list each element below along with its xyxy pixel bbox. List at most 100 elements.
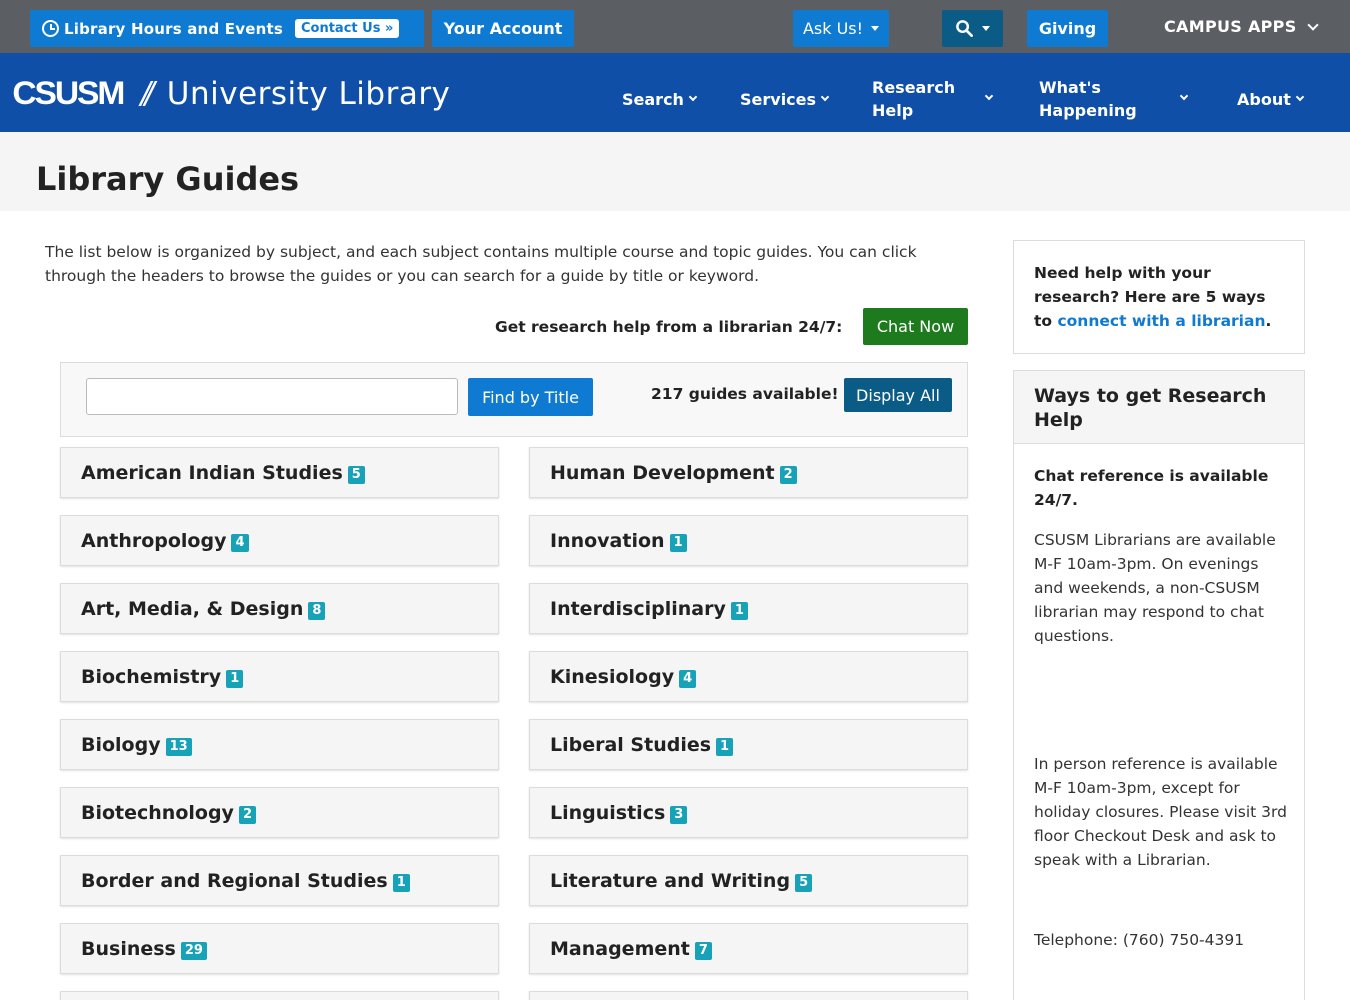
chevron-down-icon <box>984 91 994 101</box>
guide-count-badge: 2 <box>779 465 797 484</box>
research-help-panel-title: Ways to get Research Help <box>1014 371 1304 444</box>
subject-card[interactable]: Management 7 <box>529 923 968 974</box>
nav-research-help-label: Research Help <box>872 78 956 120</box>
brand-separator: // <box>140 76 155 111</box>
site-title: University Library <box>166 75 451 112</box>
contact-us-button[interactable]: Contact Us » <box>294 19 400 38</box>
ask-us-label: Ask Us! <box>802 19 864 38</box>
clock-icon <box>42 20 59 37</box>
subject-name: Liberal Studies <box>550 733 712 756</box>
utility-bar: Library Hours and Events Contact Us » Yo… <box>0 0 1350 53</box>
subject-name: Interdisciplinary <box>550 597 726 620</box>
your-account-button[interactable]: Your Account <box>432 10 574 47</box>
subject-name: Human Development <box>550 461 775 484</box>
subject-card[interactable]: Biochemistry 1 <box>60 651 499 702</box>
subject-card[interactable]: Business 29 <box>60 923 499 974</box>
site-brand[interactable]: CSUSM // University Library <box>12 75 451 112</box>
subject-card[interactable]: American Indian Studies 5 <box>60 447 499 498</box>
ask-us-dropdown[interactable]: Ask Us! <box>793 10 889 47</box>
chat-now-button[interactable]: Chat Now <box>863 308 968 345</box>
subject-card[interactable]: Interdisciplinary 1 <box>529 583 968 634</box>
subject-name: Business <box>81 937 176 960</box>
chat-availability: Chat reference is available 24/7. <box>1034 467 1269 509</box>
chevron-down-icon <box>688 92 698 101</box>
guide-count-badge: 7 <box>694 941 712 960</box>
subject-name: Biotechnology <box>81 801 234 824</box>
page-header: Library Guides <box>0 132 1350 211</box>
nav-services[interactable]: Services <box>740 88 830 111</box>
guide-count-badge: 3 <box>670 805 688 824</box>
connect-librarian-link[interactable]: connect with a librarian <box>1057 312 1265 330</box>
nav-whats-happening-label: What's Happening <box>1039 78 1137 120</box>
chevron-down-icon <box>1295 92 1305 101</box>
subject-name: Kinesiology <box>550 665 675 688</box>
subject-name: Innovation <box>550 529 665 552</box>
telephone-info: Telephone: (760) 750-4391 <box>1034 931 1245 949</box>
chevron-down-icon <box>820 92 830 101</box>
library-hours-label: Library Hours and Events <box>64 19 283 38</box>
subject-card[interactable]: Liberal Studies 1 <box>529 719 968 770</box>
guide-count-badge: 2 <box>238 805 256 824</box>
guide-count-badge: 8 <box>308 601 326 620</box>
subject-card[interactable]: Art, Media, & Design 8 <box>60 583 499 634</box>
nav-research-help[interactable]: Research Help <box>872 76 1000 122</box>
subject-card[interactable]: Anthropology 4 <box>60 515 499 566</box>
subject-card[interactable]: Linguistics 3 <box>529 787 968 838</box>
nav-search-label: Search <box>622 90 684 109</box>
library-hours-button[interactable]: Library Hours and Events Contact Us » <box>30 10 424 47</box>
subject-card-partial[interactable] <box>60 991 499 1000</box>
intro-text: The list below is organized by subject, … <box>45 243 917 285</box>
nav-about-label: About <box>1237 90 1291 109</box>
subject-name: Literature and Writing <box>550 869 791 892</box>
giving-button[interactable]: Giving <box>1027 10 1108 47</box>
subject-card[interactable]: Literature and Writing 5 <box>529 855 968 906</box>
guides-available-count: 217 guides available! <box>651 385 839 403</box>
chevron-down-icon <box>1306 18 1319 31</box>
guide-search-panel: Find by Title 217 guides available! Disp… <box>60 362 968 437</box>
subject-name: American Indian Studies <box>81 461 343 484</box>
nav-whats-happening[interactable]: What's Happening <box>1039 76 1199 122</box>
subject-card[interactable]: Biology 13 <box>60 719 499 770</box>
chat-details: CSUSM Librarians are available M-F 10am-… <box>1034 531 1276 645</box>
research-help-text: Get research help from a librarian 24/7: <box>495 318 843 336</box>
campus-apps-menu[interactable]: CAMPUS APPS <box>1164 17 1319 36</box>
subject-card[interactable]: Kinesiology 4 <box>529 651 968 702</box>
help-callout-period: . <box>1265 312 1272 330</box>
in-person-reference: In person reference is available M-F 10a… <box>1034 755 1287 869</box>
search-icon <box>956 20 973 37</box>
guide-count-badge: 1 <box>669 533 687 552</box>
nav-about[interactable]: About <box>1237 88 1305 111</box>
campus-apps-label: CAMPUS APPS <box>1164 17 1297 36</box>
find-by-title-button[interactable]: Find by Title <box>468 378 593 416</box>
guide-count-badge: 4 <box>231 533 249 552</box>
subject-name: Border and Regional Studies <box>81 869 388 892</box>
chevron-down-icon <box>1179 91 1189 101</box>
csusm-logo: CSUSM <box>12 75 125 111</box>
display-all-button[interactable]: Display All <box>844 378 952 412</box>
subject-name: Management <box>550 937 690 960</box>
guide-search-input[interactable] <box>86 378 458 415</box>
guide-count-badge: 4 <box>679 669 697 688</box>
guide-count-badge: 1 <box>392 873 410 892</box>
guide-count-badge: 29 <box>180 941 207 960</box>
caret-down-icon <box>982 26 990 31</box>
subject-card[interactable]: Biotechnology 2 <box>60 787 499 838</box>
page-title: Library Guides <box>36 160 300 198</box>
guide-count-badge: 5 <box>795 873 813 892</box>
subject-name: Biology <box>81 733 161 756</box>
nav-search[interactable]: Search <box>622 88 698 111</box>
caret-down-icon <box>871 26 880 31</box>
subject-name: Linguistics <box>550 801 666 824</box>
subject-card-partial[interactable] <box>529 991 968 1000</box>
guide-count-badge: 5 <box>347 465 365 484</box>
guide-count-badge: 1 <box>226 669 244 688</box>
subject-card[interactable]: Innovation 1 <box>529 515 968 566</box>
main-navigation: CSUSM // University Library Search Servi… <box>0 53 1350 132</box>
guide-count-badge: 1 <box>730 601 748 620</box>
subject-name: Biochemistry <box>81 665 222 688</box>
subject-card[interactable]: Border and Regional Studies 1 <box>60 855 499 906</box>
help-callout: Need help with your research? Here are 5… <box>1013 240 1305 354</box>
search-dropdown-button[interactable] <box>942 10 1003 47</box>
nav-services-label: Services <box>740 90 817 109</box>
subject-card[interactable]: Human Development 2 <box>529 447 968 498</box>
